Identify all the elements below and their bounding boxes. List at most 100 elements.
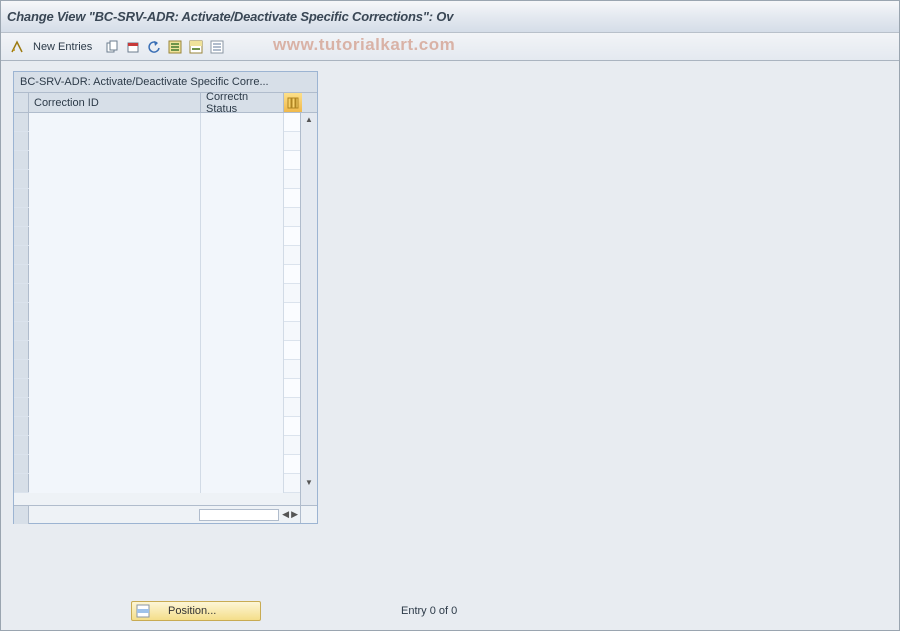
row-handle[interactable] [14, 265, 29, 283]
cell-correction-status[interactable] [201, 113, 284, 132]
table-row[interactable] [14, 170, 317, 189]
scroll-left-icon[interactable]: ◀ [282, 509, 289, 520]
row-handle[interactable] [14, 246, 29, 264]
undo-icon[interactable] [144, 37, 164, 57]
row-handle[interactable] [14, 227, 29, 245]
row-handle[interactable] [14, 455, 29, 473]
row-handle[interactable] [14, 398, 29, 416]
cell-correction-id[interactable] [29, 436, 201, 455]
row-handle[interactable] [14, 284, 29, 302]
cell-correction-id[interactable] [29, 189, 201, 208]
cell-correction-id[interactable] [29, 170, 201, 189]
cell-correction-status[interactable] [201, 360, 284, 379]
position-button[interactable]: Position... [131, 601, 261, 621]
copy-icon[interactable] [102, 37, 122, 57]
deselect-all-icon[interactable] [207, 37, 227, 57]
row-handle[interactable] [14, 303, 29, 321]
row-handle[interactable] [14, 208, 29, 226]
select-all-icon[interactable] [165, 37, 185, 57]
cell-correction-status[interactable] [201, 341, 284, 360]
table-row[interactable] [14, 398, 317, 417]
table-row[interactable] [14, 436, 317, 455]
row-handle[interactable] [14, 113, 29, 131]
cell-correction-status[interactable] [201, 284, 284, 303]
cell-correction-status[interactable] [201, 322, 284, 341]
cell-correction-status[interactable] [201, 265, 284, 284]
horizontal-scrollbar[interactable]: ◀ ▶ [29, 506, 300, 523]
column-correction-status[interactable]: Correctn Status [201, 93, 284, 112]
cell-correction-status[interactable] [201, 132, 284, 151]
cell-correction-id[interactable] [29, 303, 201, 322]
toggle-icon[interactable] [7, 37, 27, 57]
cell-correction-status[interactable] [201, 303, 284, 322]
table-row[interactable] [14, 360, 317, 379]
cell-correction-id[interactable] [29, 417, 201, 436]
cell-correction-id[interactable] [29, 246, 201, 265]
cell-correction-status[interactable] [201, 455, 284, 474]
cell-correction-status[interactable] [201, 474, 284, 493]
cell-correction-id[interactable] [29, 265, 201, 284]
table-row[interactable] [14, 341, 317, 360]
cell-correction-status[interactable] [201, 189, 284, 208]
cell-correction-status[interactable] [201, 170, 284, 189]
cell-correction-status[interactable] [201, 151, 284, 170]
row-handle[interactable] [14, 189, 29, 207]
table-row[interactable] [14, 227, 317, 246]
row-handle[interactable] [14, 417, 29, 435]
entry-count: Entry 0 of 0 [401, 605, 457, 617]
vertical-scrollbar[interactable]: ▲ ▼ [300, 113, 317, 505]
cell-correction-id[interactable] [29, 227, 201, 246]
cell-correction-status[interactable] [201, 379, 284, 398]
table-row[interactable] [14, 208, 317, 227]
table-row[interactable] [14, 303, 317, 322]
cell-correction-id[interactable] [29, 322, 201, 341]
scroll-up-icon[interactable]: ▲ [305, 115, 313, 124]
cell-correction-id[interactable] [29, 151, 201, 170]
cell-correction-status[interactable] [201, 208, 284, 227]
column-correction-id[interactable]: Correction ID [29, 93, 201, 112]
table-row[interactable] [14, 189, 317, 208]
cell-correction-id[interactable] [29, 341, 201, 360]
cell-correction-status[interactable] [201, 246, 284, 265]
table-row[interactable] [14, 284, 317, 303]
select-block-icon[interactable] [186, 37, 206, 57]
table-row[interactable] [14, 417, 317, 436]
cell-correction-status[interactable] [201, 417, 284, 436]
cell-correction-id[interactable] [29, 284, 201, 303]
row-handle[interactable] [14, 170, 29, 188]
configure-columns-icon[interactable] [284, 93, 302, 112]
cell-correction-id[interactable] [29, 379, 201, 398]
cell-correction-id[interactable] [29, 474, 201, 493]
new-entries-button[interactable]: New Entries [28, 37, 101, 57]
row-handle[interactable] [14, 474, 29, 492]
cell-correction-id[interactable] [29, 113, 201, 132]
cell-correction-status[interactable] [201, 436, 284, 455]
cell-correction-status[interactable] [201, 227, 284, 246]
table-row[interactable] [14, 151, 317, 170]
row-handle[interactable] [14, 341, 29, 359]
cell-correction-id[interactable] [29, 208, 201, 227]
table-row[interactable] [14, 455, 317, 474]
cell-correction-id[interactable] [29, 132, 201, 151]
row-handle[interactable] [14, 132, 29, 150]
cell-correction-status[interactable] [201, 398, 284, 417]
row-handle[interactable] [14, 151, 29, 169]
row-handle[interactable] [14, 322, 29, 340]
delete-icon[interactable] [123, 37, 143, 57]
scroll-down-icon[interactable]: ▼ [305, 478, 313, 487]
scroll-right-icon[interactable]: ▶ [291, 509, 298, 520]
table-row[interactable] [14, 265, 317, 284]
scroll-thumb[interactable] [199, 509, 279, 521]
table-row[interactable] [14, 474, 317, 493]
table-row[interactable] [14, 246, 317, 265]
cell-correction-id[interactable] [29, 360, 201, 379]
cell-correction-id[interactable] [29, 455, 201, 474]
table-row[interactable] [14, 379, 317, 398]
row-handle[interactable] [14, 379, 29, 397]
table-row[interactable] [14, 322, 317, 341]
table-row[interactable] [14, 113, 317, 132]
table-row[interactable] [14, 132, 317, 151]
row-handle[interactable] [14, 360, 29, 378]
row-handle[interactable] [14, 436, 29, 454]
cell-correction-id[interactable] [29, 398, 201, 417]
